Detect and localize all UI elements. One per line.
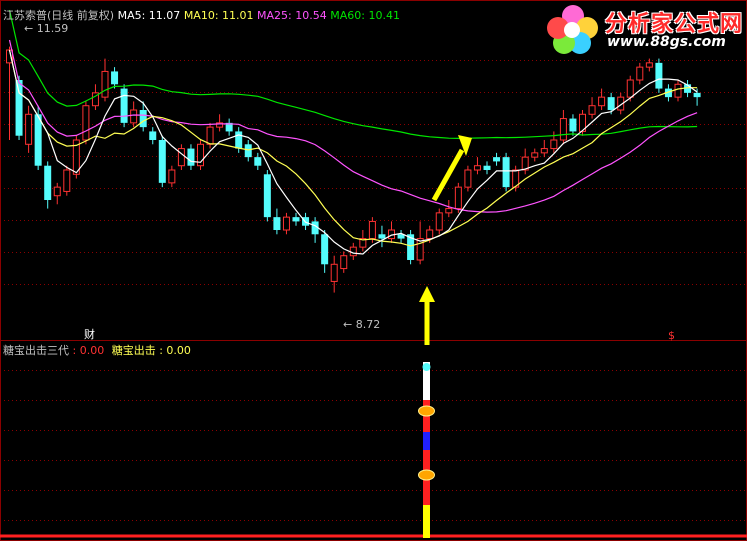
arrow-up-head	[419, 286, 435, 302]
candle-body-up	[416, 238, 424, 261]
candle-body-up	[636, 66, 644, 81]
candle-body-down	[187, 148, 195, 166]
ma5-label: MA5: 11.07	[117, 9, 181, 22]
candle-body-down	[254, 157, 262, 166]
candle-body-up	[531, 152, 539, 158]
indicator-value1: : 0.00	[72, 344, 105, 357]
candle-body-down	[120, 88, 128, 123]
candle-body-down	[273, 217, 281, 230]
logo-url: www.88gs.com	[607, 34, 726, 50]
indicator-name: 糖宝出击三代	[3, 344, 69, 357]
candle-body-up	[435, 212, 443, 231]
candle-body-up	[588, 105, 596, 115]
candle-body-up	[82, 105, 90, 141]
high-price-label: ← 11.59	[24, 22, 69, 35]
candle-body-down	[235, 131, 243, 149]
candle-body-up	[559, 118, 567, 141]
candle-body-up	[349, 246, 357, 257]
stock-title: 江苏索普(日线 前复权)	[3, 9, 115, 22]
candle-body-down	[292, 217, 300, 222]
candle-body-down	[158, 140, 166, 183]
candle-body-up	[206, 126, 214, 145]
candle-body-down	[655, 62, 663, 89]
signal-dot-icon	[422, 363, 431, 371]
indicator-label2: 糖宝出击	[111, 344, 156, 357]
candle-body-down	[111, 71, 119, 85]
site-logo: 分析家公式网 www.88gs.com	[545, 2, 745, 56]
candle-body-down	[607, 97, 615, 110]
candle-body-down	[378, 234, 386, 239]
signal-bar-segment	[423, 505, 430, 538]
candle-body-down	[44, 165, 52, 200]
candle-body-up	[168, 169, 176, 184]
signal-bar-segment	[423, 450, 430, 468]
candle-body-down	[149, 131, 157, 140]
candle-body-up	[473, 165, 481, 171]
candle-body-down	[493, 157, 501, 162]
candle-body-up	[282, 216, 290, 231]
candle-body-up	[368, 220, 376, 240]
ingot-icon	[418, 469, 435, 481]
candle-body-up	[53, 186, 61, 197]
candle-body-up	[645, 62, 653, 68]
candle-body-down	[15, 80, 23, 136]
flower-icon	[547, 5, 598, 54]
candle-body-up	[674, 83, 682, 98]
dollar-marker: $	[668, 329, 675, 342]
ma10-label: MA10: 11.01	[183, 9, 254, 22]
candle-body-up	[464, 169, 472, 188]
candle-body-up	[540, 148, 548, 154]
candle-body-down	[569, 118, 577, 132]
candle-body-up	[101, 70, 109, 98]
candle-body-up	[63, 169, 71, 192]
low-price-label: ← 8.72	[343, 318, 381, 331]
candle-body-down	[483, 165, 491, 170]
signal-bar-segment	[423, 372, 430, 400]
candle-body-up	[426, 229, 434, 240]
price-legend: 江苏索普(日线 前复权) MA5: 11.07 MA10: 11.01 MA25…	[3, 9, 400, 23]
candle-body-up	[626, 79, 634, 98]
candle-body-down	[263, 174, 271, 218]
ingot-icon	[418, 405, 435, 417]
candle-body-up	[340, 255, 348, 270]
cai-marker: 财	[84, 328, 95, 341]
candle-body-down	[34, 114, 42, 166]
candle-body-down	[244, 144, 252, 158]
indicator-legend: 糖宝出击三代 : 0.00 糖宝出击 : 0.00	[3, 344, 191, 358]
candle-body-down	[693, 92, 701, 98]
candle-body-up	[130, 109, 138, 124]
candle-body-up	[550, 139, 558, 150]
candle-body-up	[598, 96, 606, 107]
candle-body-down	[502, 157, 510, 188]
candle-body-up	[445, 208, 453, 214]
candle-body-up	[177, 148, 185, 167]
ma60-label: MA60: 10.41	[330, 9, 400, 22]
ma25-label: MA25: 10.54	[257, 9, 327, 22]
candle-body-down	[321, 234, 329, 265]
kline-chart[interactable]	[0, 0, 747, 541]
candle-body-up	[330, 263, 338, 282]
candle-body-up	[454, 186, 462, 210]
candle-body-down	[139, 110, 147, 128]
candle-body-up	[25, 113, 33, 145]
indicator-value2: : 0.00	[159, 344, 191, 357]
signal-bar-segment	[423, 432, 430, 450]
ma25-line	[8, 39, 698, 213]
